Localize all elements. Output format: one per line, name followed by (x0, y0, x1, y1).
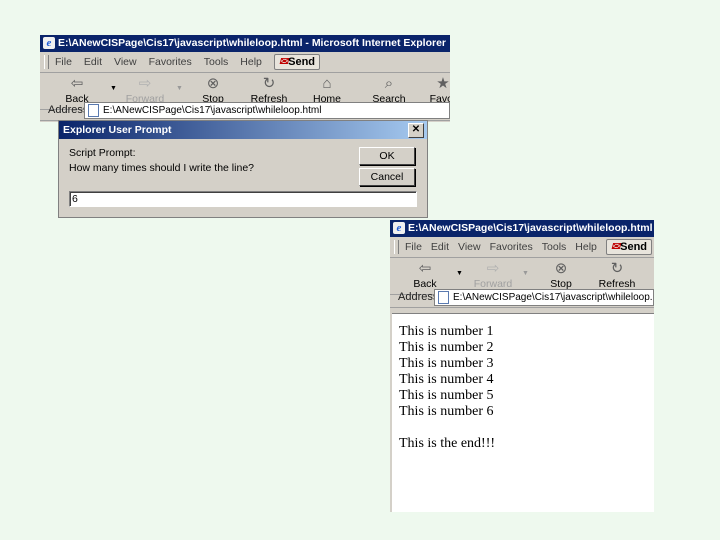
output-line: This is number 2 (399, 340, 494, 355)
stop-button[interactable]: ⊗ Stop (532, 260, 590, 290)
menu-bar: File Edit View Favorites Tools Help ✉Send (390, 237, 654, 258)
back-button[interactable]: ⇦ Back (396, 260, 454, 290)
page-icon (438, 291, 449, 304)
menu-file[interactable]: File (55, 52, 72, 72)
ie-logo-icon: e (393, 222, 405, 234)
output-line: This is number 1 (399, 324, 494, 339)
back-dropdown-icon[interactable]: ▼ (456, 270, 463, 277)
address-bar: Address E:\ANewCISPage\Cis17\javascript\… (390, 288, 654, 308)
explorer-user-prompt-dialog: Explorer User Prompt ✕ Script Prompt: Ho… (58, 120, 428, 218)
window-title: E:\ANewCISPage\Cis17\javascript\whileloo… (58, 37, 447, 49)
output-line: This is number 6 (399, 404, 494, 419)
ie-logo-icon: e (43, 37, 55, 49)
menu-tools[interactable]: Tools (204, 52, 229, 72)
favorites-icon: ★ (436, 75, 450, 92)
address-value: E:\ANewCISPage\Cis17\javascript\whileloo… (103, 105, 322, 116)
menu-edit[interactable]: Edit (431, 237, 449, 257)
send-icon: ✉ (278, 56, 289, 68)
menu-help[interactable]: Help (240, 52, 262, 72)
menu-edit[interactable]: Edit (84, 52, 102, 72)
menu-favorites[interactable]: Favorites (490, 237, 533, 257)
output-lines: This is number 1 This is number 2 This i… (399, 324, 494, 420)
home-icon: ⌂ (322, 75, 332, 92)
toolbar-grip[interactable] (44, 55, 49, 69)
menu-favorites[interactable]: Favorites (149, 52, 192, 72)
prompt-input[interactable]: 6 (69, 191, 417, 207)
forward-arrow-icon: ⇨ (138, 75, 152, 92)
stop-icon: ⊗ (206, 75, 220, 92)
title-bar[interactable]: e E:\ANewCISPage\Cis17\javascript\whilelo… (40, 35, 450, 52)
menu-bar: File Edit View Favorites Tools Help ✉Send (40, 52, 450, 73)
browser-window-main: e E:\ANewCISPage\Cis17\javascript\whilelo… (40, 35, 450, 122)
page-icon (88, 104, 99, 117)
forward-button[interactable]: ⇨ Forward (464, 260, 522, 290)
address-input[interactable]: E:\ANewCISPage\Cis17\javascript\whileloo… (434, 289, 654, 306)
close-icon[interactable]: ✕ (408, 123, 424, 138)
dialog-title[interactable]: Explorer User Prompt (59, 121, 427, 139)
output-line: This is number 5 (399, 388, 494, 403)
title-bar[interactable]: e E:\ANewCISPage\Cis17\javascript\whilelo… (390, 220, 654, 237)
address-bar: Address E:\ANewCISPage\Cis17\javascript\… (40, 101, 450, 121)
address-input[interactable]: E:\ANewCISPage\Cis17\javascript\whileloo… (84, 102, 450, 119)
ok-button[interactable]: OK (359, 147, 415, 165)
window-title: E:\ANewCISPage\Cis17\javascript\whileloo… (408, 222, 654, 234)
refresh-icon: ↻ (610, 260, 624, 277)
back-arrow-icon: ⇦ (70, 75, 84, 92)
output-line: This is number 4 (399, 372, 494, 387)
address-label: Address (48, 104, 89, 116)
end-text: This is the end!!! (399, 436, 496, 451)
menu-tools[interactable]: Tools (542, 237, 567, 257)
output-line: This is number 3 (399, 356, 494, 371)
forward-dropdown-icon[interactable]: ▼ (522, 270, 529, 277)
address-label: Address (398, 291, 439, 303)
page-content: This is number 1 This is number 2 This i… (392, 313, 654, 512)
forward-arrow-icon: ⇨ (486, 260, 500, 277)
menu-view[interactable]: View (114, 52, 137, 72)
refresh-button[interactable]: ↻ Refresh (588, 260, 646, 290)
refresh-icon: ↻ (262, 75, 276, 92)
send-icon: ✉ (610, 241, 621, 253)
back-arrow-icon: ⇦ (418, 260, 432, 277)
cancel-button[interactable]: Cancel (359, 168, 415, 186)
menu-file[interactable]: File (405, 237, 422, 257)
send-label: Send (620, 241, 648, 253)
send-button[interactable]: ✉Send (605, 239, 653, 255)
stop-icon: ⊗ (554, 260, 568, 277)
menu-help[interactable]: Help (575, 237, 597, 257)
toolbar-grip[interactable] (394, 240, 399, 254)
browser-window-result: e E:\ANewCISPage\Cis17\javascript\whilelo… (390, 220, 654, 512)
send-button[interactable]: ✉Send (273, 54, 321, 70)
script-prompt-label: Script Prompt: (69, 147, 136, 159)
send-label: Send (288, 56, 316, 68)
address-value: E:\ANewCISPage\Cis17\javascript\whileloo… (453, 292, 654, 303)
search-icon: ⌕ (384, 75, 394, 92)
forward-dropdown-icon[interactable]: ▼ (176, 85, 183, 92)
prompt-question: How many times should I write the line? (69, 162, 254, 174)
menu-view[interactable]: View (458, 237, 481, 257)
